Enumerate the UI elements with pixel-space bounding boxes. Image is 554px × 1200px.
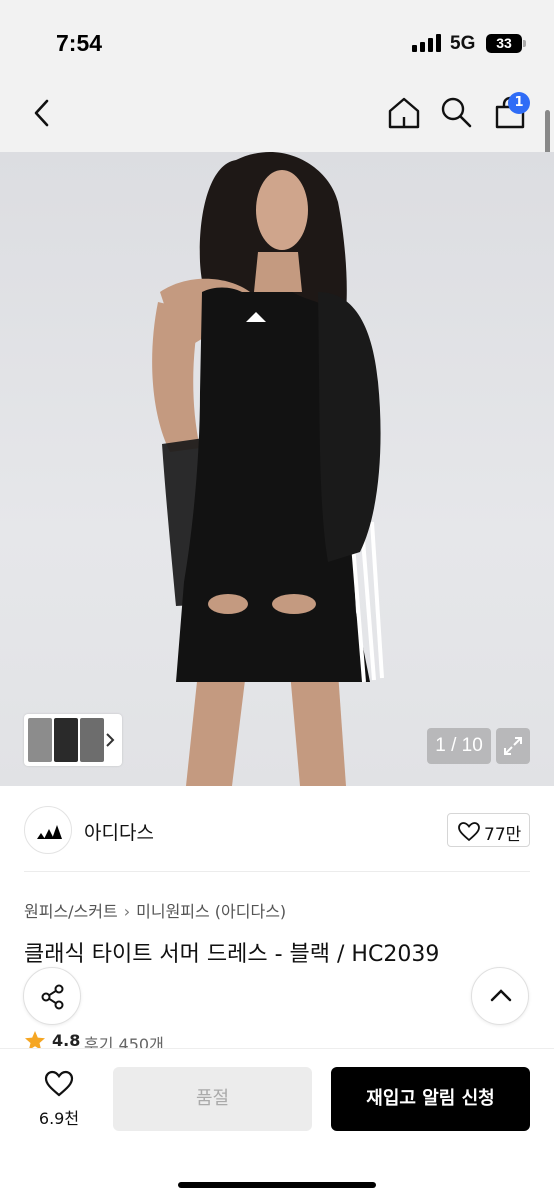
thumbnail-strip[interactable] — [24, 714, 122, 766]
expand-button[interactable] — [496, 728, 530, 764]
back-arrow-icon[interactable] — [30, 98, 54, 128]
image-page-counter: 1 / 10 — [427, 728, 491, 764]
breadcrumb-separator: › — [123, 902, 131, 921]
network-label: 5G — [450, 33, 476, 54]
heart-icon[interactable] — [44, 1070, 74, 1098]
expand-icon — [504, 737, 522, 755]
thumbnail-image[interactable] — [54, 718, 78, 762]
brand-name[interactable]: 아디다스 — [84, 818, 154, 845]
scroll-top-button[interactable] — [471, 967, 529, 1025]
divider — [24, 871, 530, 872]
battery-icon: 33 — [486, 34, 522, 53]
restock-alert-button[interactable]: 재입고 알림 신청 — [331, 1067, 530, 1131]
home-icon[interactable] — [386, 95, 422, 131]
thumbnail-image[interactable] — [80, 718, 104, 762]
cart-badge: 1 — [508, 92, 530, 114]
share-button[interactable] — [23, 967, 81, 1025]
status-time: 7:54 — [56, 30, 103, 56]
share-icon — [41, 984, 64, 1010]
breadcrumb-item[interactable]: 미니원피스 (아디다스) — [136, 902, 286, 921]
heart-icon — [458, 822, 480, 842]
chevron-up-icon — [490, 989, 512, 1002]
breadcrumb: 원피스/스커트 › 미니원피스 (아디다스) — [24, 898, 286, 922]
model-photo — [152, 152, 384, 786]
thumbnail-image[interactable] — [28, 718, 52, 762]
home-indicator — [178, 1182, 376, 1188]
brand-like-button[interactable]: 77만 — [447, 813, 530, 847]
product-image[interactable] — [0, 152, 554, 786]
brand-logo[interactable] — [24, 806, 72, 854]
breadcrumb-item[interactable]: 원피스/스커트 — [24, 902, 118, 921]
product-title: 클래식 타이트 서머 드레스 - 블랙 / HC2039 — [24, 942, 440, 967]
adidas-logo-icon — [37, 825, 62, 839]
status-bar: 7:54 5G 33 — [0, 0, 554, 84]
search-icon[interactable] — [439, 95, 473, 129]
signal-icon — [412, 34, 442, 52]
chevron-right-icon[interactable] — [104, 732, 116, 748]
wish-count: 6.9천 — [38, 1109, 80, 1128]
brand-like-count: 77만 — [484, 825, 522, 845]
soldout-button: 품절 — [113, 1067, 312, 1131]
battery-tip — [523, 40, 526, 47]
